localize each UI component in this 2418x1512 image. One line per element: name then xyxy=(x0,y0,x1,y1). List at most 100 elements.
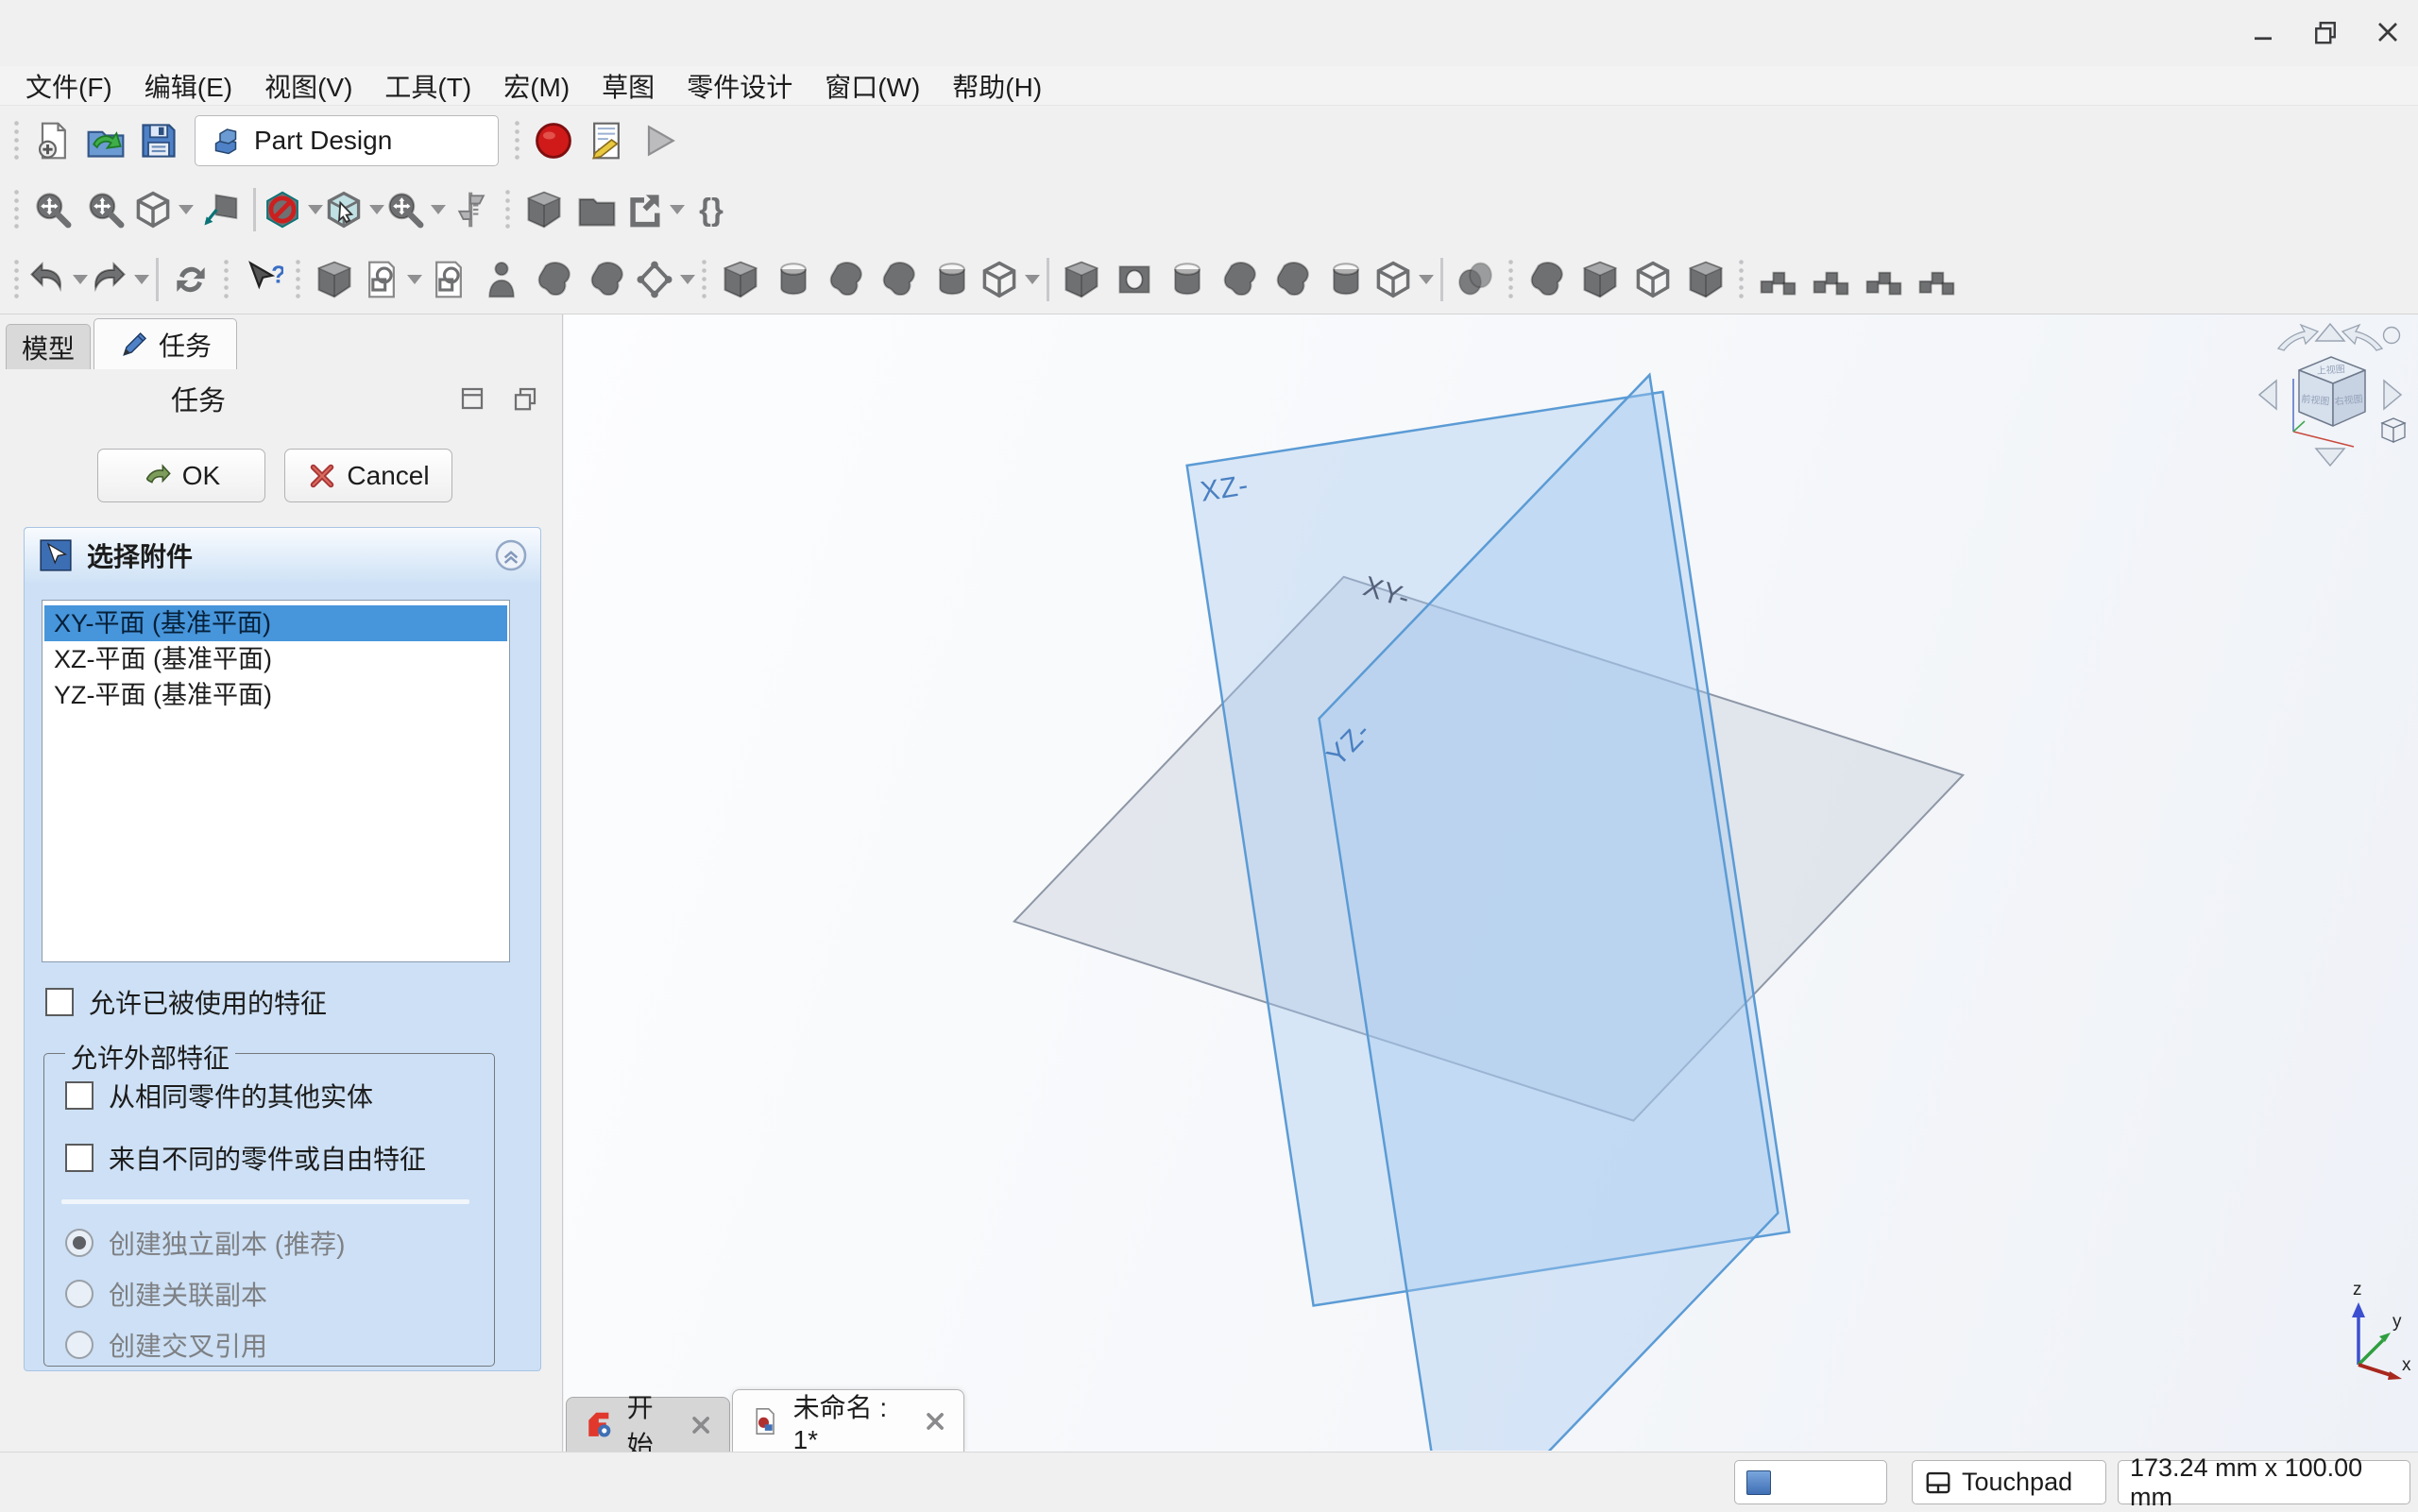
macro-record-button[interactable] xyxy=(527,110,580,171)
menu-item[interactable]: 窗口(W) xyxy=(809,67,936,105)
create-body-button[interactable] xyxy=(308,249,361,310)
cancel-button[interactable]: Cancel xyxy=(284,449,452,502)
expression-button[interactable] xyxy=(685,179,738,240)
nav-rotate-right-icon[interactable] xyxy=(2342,325,2382,350)
group-button[interactable] xyxy=(570,179,623,240)
clipping-plane-button[interactable] xyxy=(262,179,323,240)
map-sketch-button[interactable] xyxy=(475,249,528,310)
thickness-button[interactable] xyxy=(1679,249,1732,310)
nav-circle-icon[interactable] xyxy=(2384,328,2400,344)
restore-button[interactable] xyxy=(2308,15,2342,49)
nav-arrow-left[interactable] xyxy=(2259,381,2276,409)
menu-item[interactable]: 帮助(H) xyxy=(936,67,1058,105)
axonometric-view-button[interactable] xyxy=(132,179,194,240)
revolution-button[interactable] xyxy=(767,249,820,310)
close-tab-icon[interactable] xyxy=(690,1413,712,1437)
subtractive-pipe-button[interactable] xyxy=(1267,249,1320,310)
hole-button[interactable] xyxy=(1108,249,1161,310)
float-panel-icon[interactable] xyxy=(511,384,539,413)
nav-arrow-up[interactable] xyxy=(2316,324,2344,341)
pad-button[interactable] xyxy=(714,249,767,310)
subtractive-loft-button[interactable] xyxy=(1214,249,1267,310)
copy-mode-radio[interactable]: 创建交叉引用 xyxy=(65,1324,345,1366)
close-tab-icon[interactable] xyxy=(924,1409,946,1434)
toolbar-handle[interactable] xyxy=(1502,249,1521,310)
navigation-cube[interactable]: 上视图 前视图 右视图 xyxy=(2252,316,2409,473)
allow-used-features-checkbox[interactable]: 允许已被使用的特征 xyxy=(45,983,327,1021)
draw-style-button[interactable] xyxy=(194,179,247,240)
sub-shape-binder-button[interactable] xyxy=(581,249,634,310)
toolbar-handle[interactable] xyxy=(8,110,26,171)
subtractive-primitive-button[interactable] xyxy=(1372,249,1434,310)
additive-loft-button[interactable] xyxy=(820,249,873,310)
boolean-button[interactable] xyxy=(1449,249,1502,310)
navigation-style-selector[interactable]: Touchpad xyxy=(1912,1460,2106,1504)
open-document-button[interactable] xyxy=(79,110,132,171)
fit-all-button[interactable] xyxy=(26,179,79,240)
toolbar-handle[interactable] xyxy=(508,110,527,171)
different-part-checkbox[interactable]: 来自不同的零件或自由特征 xyxy=(65,1139,426,1177)
3d-viewport[interactable]: XZ- XY- YZ- 上视图 前视图 右视图 xyxy=(564,314,2418,1452)
fit-selection-button[interactable] xyxy=(79,179,132,240)
tab-start-page[interactable]: 开始 xyxy=(566,1397,730,1452)
menu-item[interactable]: 草图 xyxy=(586,67,671,105)
close-button[interactable] xyxy=(2371,15,2405,49)
toolbar-handle[interactable] xyxy=(499,179,518,240)
redo-button[interactable] xyxy=(88,249,149,310)
sync-view-button[interactable] xyxy=(384,179,446,240)
draft-button[interactable] xyxy=(1626,249,1679,310)
shape-binder-button[interactable] xyxy=(528,249,581,310)
export-button[interactable] xyxy=(623,179,685,240)
menu-item[interactable]: 宏(M) xyxy=(487,67,586,105)
nav-rotate-left-icon[interactable] xyxy=(2278,325,2318,350)
tab-tasks[interactable]: 任务 xyxy=(94,318,237,369)
toolbar-handle[interactable] xyxy=(289,249,308,310)
refresh-button[interactable] xyxy=(164,249,217,310)
menu-item[interactable]: 工具(T) xyxy=(368,67,487,105)
workbench-selector[interactable]: Part Design xyxy=(195,115,499,166)
polar-pattern-button[interactable] xyxy=(1857,249,1910,310)
attachment-list-item[interactable]: XZ-平面 (基准平面) xyxy=(44,641,507,677)
subtractive-helix-button[interactable] xyxy=(1320,249,1372,310)
checkbox-box[interactable] xyxy=(65,1144,94,1172)
part-shape-button[interactable] xyxy=(518,179,570,240)
measure-button[interactable] xyxy=(446,179,499,240)
nav-arrow-down[interactable] xyxy=(2316,449,2344,466)
nav-mini-cube-icon[interactable] xyxy=(2382,418,2405,442)
menu-item[interactable]: 视图(V) xyxy=(248,67,368,105)
fillet-button[interactable] xyxy=(1521,249,1574,310)
additive-primitive-button[interactable] xyxy=(979,249,1040,310)
unit-scheme-selector[interactable] xyxy=(1734,1460,1887,1504)
mirrored-button[interactable] xyxy=(1751,249,1804,310)
minimize-button[interactable] xyxy=(2246,15,2280,49)
groove-button[interactable] xyxy=(1161,249,1214,310)
menu-item[interactable]: 零件设计 xyxy=(671,67,809,105)
macro-play-button[interactable] xyxy=(633,110,686,171)
pocket-button[interactable] xyxy=(1055,249,1108,310)
dock-panel-icon[interactable] xyxy=(458,384,486,413)
attachment-list[interactable]: XY-平面 (基准平面) XZ-平面 (基准平面) YZ-平面 (基准平面) xyxy=(42,600,510,962)
edit-sketch-button[interactable] xyxy=(422,249,475,310)
view-dimensions-selector[interactable]: 173.24 mm x 100.00 mm xyxy=(2118,1460,2410,1504)
create-sketch-button[interactable] xyxy=(361,249,422,310)
macro-edit-button[interactable] xyxy=(580,110,633,171)
collapse-section-icon[interactable] xyxy=(493,537,529,573)
linear-pattern-button[interactable] xyxy=(1804,249,1857,310)
attachment-list-item[interactable]: XY-平面 (基准平面) xyxy=(44,605,507,641)
new-document-button[interactable] xyxy=(26,110,79,171)
radio-circle[interactable] xyxy=(65,1229,94,1257)
whats-this-button[interactable] xyxy=(236,249,289,310)
toolbar-handle[interactable] xyxy=(8,179,26,240)
same-part-bodies-checkbox[interactable]: 从相同零件的其他实体 xyxy=(65,1077,373,1114)
tab-unnamed-document[interactable]: 未命名 : 1* xyxy=(732,1389,964,1452)
additive-pipe-button[interactable] xyxy=(873,249,926,310)
toolbar-handle[interactable] xyxy=(695,249,714,310)
multi-transform-button[interactable] xyxy=(1910,249,1963,310)
copy-mode-radio[interactable]: 创建独立副本 (推荐) xyxy=(65,1222,345,1264)
task-section-header[interactable]: 选择附件 xyxy=(25,528,540,583)
additive-helix-button[interactable] xyxy=(926,249,979,310)
save-button[interactable] xyxy=(132,110,185,171)
toolbar-handle[interactable] xyxy=(1732,249,1751,310)
box-selection-button[interactable] xyxy=(323,179,384,240)
attachment-list-item[interactable]: YZ-平面 (基准平面) xyxy=(44,677,507,713)
